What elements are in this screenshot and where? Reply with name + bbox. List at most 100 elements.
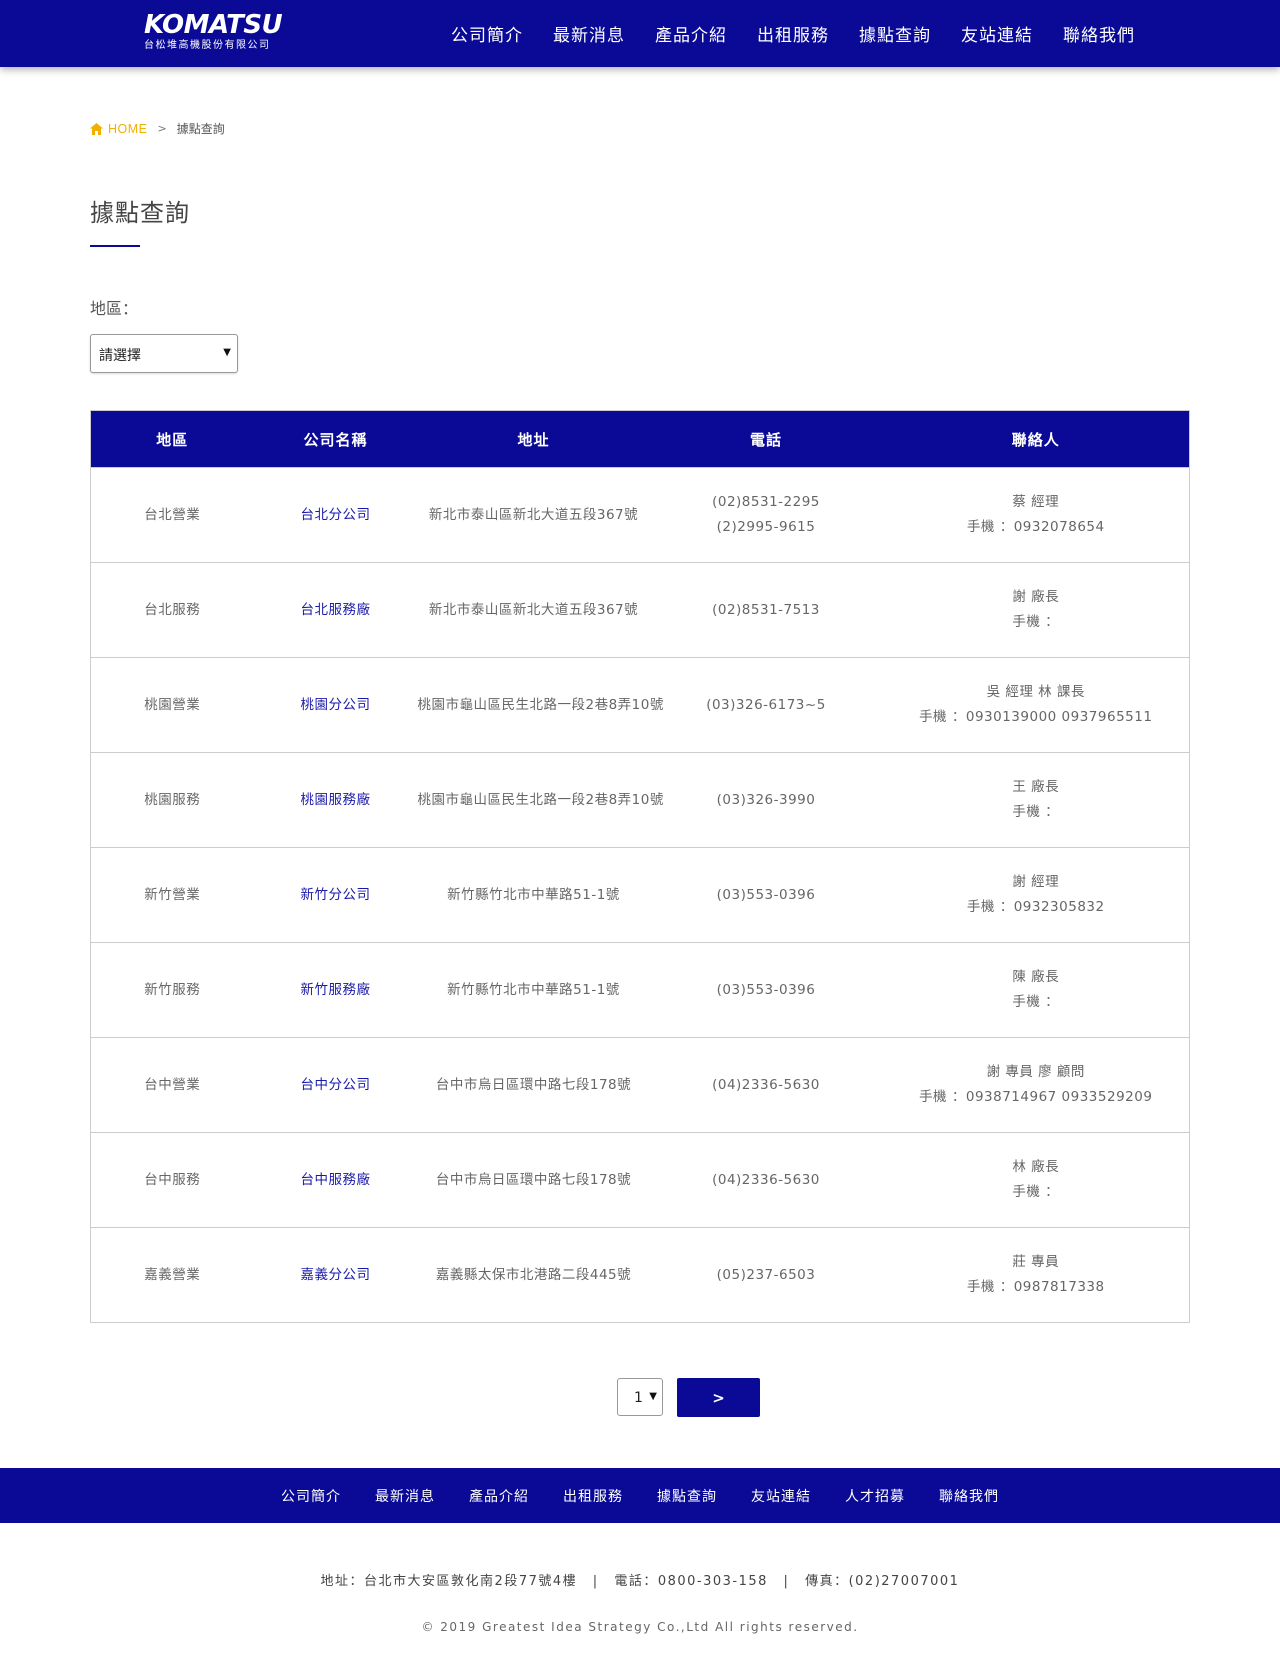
- breadcrumb-home-link[interactable]: HOME: [108, 122, 148, 136]
- cell-region: 嘉義營業: [90, 1227, 254, 1323]
- contact-name: 謝 專員 廖 顧問: [986, 1064, 1085, 1080]
- footer-divider: |: [592, 1574, 599, 1589]
- cell-address: 新竹縣竹北市中華路51-1號: [417, 847, 650, 943]
- cell-contact: 林 廠長 手機 ：: [882, 1132, 1190, 1228]
- cell-company: 台北服務廠: [253, 562, 418, 658]
- cell-address: 新竹縣竹北市中華路51-1號: [417, 942, 650, 1038]
- phone-primary: (02)8531-7513: [712, 601, 820, 618]
- contact-mobile: 手機 ：0932078654: [966, 519, 1105, 535]
- cell-address: 嘉義縣太保市北港路二段445號: [417, 1227, 650, 1323]
- footer-phone: 電話：0800-303-158: [614, 1574, 768, 1589]
- table-row: 台中營業 台中分公司 台中市烏日區環中路七段178號 (04)2336-5630…: [90, 1037, 1190, 1133]
- phone-primary: (03)553-0396: [716, 886, 816, 903]
- cell-phone: (03)553-0396: [649, 847, 883, 943]
- caret-down-icon: ▼: [223, 347, 231, 358]
- company-link[interactable]: 桃園分公司: [301, 697, 371, 713]
- contact-name: 王 廠長: [1012, 779, 1060, 795]
- breadcrumb-current: 據點查詢: [176, 122, 225, 136]
- cell-phone: (02)8531-2295 (2)2995-9615: [649, 467, 883, 563]
- nav-item-contact[interactable]: 聯絡我們: [1063, 21, 1135, 46]
- cell-phone: (04)2336-5630: [649, 1132, 883, 1228]
- nav-item-news[interactable]: 最新消息: [553, 21, 625, 46]
- footer-nav-products[interactable]: 產品介紹: [469, 1486, 529, 1506]
- company-link[interactable]: 嘉義分公司: [301, 1267, 371, 1283]
- phone-primary: (04)2336-5630: [712, 1171, 820, 1188]
- cell-company: 台中服務廠: [253, 1132, 418, 1228]
- contact-name: 莊 專員: [1012, 1254, 1060, 1270]
- cell-address: 台中市烏日區環中路七段178號: [417, 1037, 650, 1133]
- cell-region: 桃園營業: [90, 657, 254, 753]
- logo-company-name: 台松堆高機股份有限公司: [144, 40, 271, 51]
- contact-mobile: 手機 ：: [1012, 804, 1060, 820]
- footer-nav-locations[interactable]: 據點查詢: [657, 1486, 717, 1506]
- column-header-region: 地區: [90, 410, 254, 468]
- page-select[interactable]: 1 ▼: [617, 1378, 663, 1416]
- nav-item-products[interactable]: 產品介紹: [655, 21, 727, 46]
- contact-name: 謝 廠長: [1012, 589, 1060, 605]
- company-link[interactable]: 台中分公司: [301, 1077, 371, 1093]
- company-link[interactable]: 台北服務廠: [301, 602, 371, 618]
- contact-mobile: 手機 ：: [1012, 1184, 1060, 1200]
- footer-nav-links[interactable]: 友站連結: [751, 1486, 811, 1506]
- komatsu-logo[interactable]: KOMATSU 台松堆高機股份有限公司: [144, 10, 284, 54]
- footer-nav-news[interactable]: 最新消息: [375, 1486, 435, 1506]
- contact-name: 蔡 經理: [1012, 494, 1060, 510]
- locations-table: 地區 公司名稱 地址 電話 聯絡人 台北營業 台北分公司 新北市泰山區新北大道五…: [90, 410, 1190, 1323]
- column-header-contact: 聯絡人: [882, 410, 1190, 468]
- cell-contact: 莊 專員手機 ：0987817338: [882, 1227, 1190, 1323]
- nav-item-about[interactable]: 公司簡介: [451, 21, 523, 46]
- footer-nav-contact[interactable]: 聯絡我們: [939, 1486, 999, 1506]
- cell-address: 桃園市龜山區民生北路一段2巷8弄10號: [417, 657, 663, 753]
- cell-phone: (03)326-3990: [649, 752, 883, 848]
- cell-company: 台北分公司: [253, 467, 418, 563]
- cell-contact: 謝 廠長手機 ：: [882, 562, 1190, 658]
- site-header: KOMATSU 台松堆高機股份有限公司 公司簡介 最新消息 產品介紹 出租服務 …: [0, 0, 1280, 67]
- main-nav: 公司簡介 最新消息 產品介紹 出租服務 據點查詢 友站連結 聯絡我們: [436, 0, 1150, 67]
- footer-address: 地址：台北市大安區敦化南2段77號4樓: [320, 1574, 578, 1589]
- company-link[interactable]: 新竹分公司: [301, 887, 371, 903]
- table-row: 台中服務 台中服務廠 台中市烏日區環中路七段178號 (04)2336-5630…: [90, 1132, 1190, 1228]
- column-header-phone: 電話: [649, 410, 883, 468]
- contact-mobile: 手機 ：: [1012, 614, 1060, 630]
- cell-phone: (04)2336-5630: [649, 1037, 883, 1133]
- cell-phone: (03)326-6173~5: [649, 657, 883, 753]
- company-link[interactable]: 台中服務廠: [301, 1172, 371, 1188]
- phone-primary: (03)326-6173~5: [706, 696, 826, 713]
- cell-contact: 蔡 經理手機 ：0932078654: [882, 467, 1190, 563]
- table-row: 桃園營業 桃園分公司 桃園市龜山區民生北路一段2巷8弄10號 (03)326-6…: [90, 657, 1190, 753]
- region-select[interactable]: 請選擇 ▼: [90, 334, 238, 373]
- footer-nav-rental[interactable]: 出租服務: [563, 1486, 623, 1506]
- cell-region: 新竹服務: [90, 942, 254, 1038]
- table-row: 新竹營業 新竹分公司 新竹縣竹北市中華路51-1號 (03)553-0396 謝…: [90, 847, 1190, 943]
- phone-primary: (03)553-0396: [716, 981, 816, 998]
- table-row: 新竹服務 新竹服務廠 新竹縣竹北市中華路51-1號 (03)553-0396 陳…: [90, 942, 1190, 1038]
- phone-primary: (03)326-3990: [716, 791, 816, 808]
- contact-mobile: 手機 ：0938714967 0933529209: [919, 1089, 1153, 1105]
- nav-item-links[interactable]: 友站連結: [961, 21, 1033, 46]
- cell-contact: 陳 廠長 手機 ：: [882, 942, 1190, 1038]
- company-link[interactable]: 桃園服務廠: [301, 792, 371, 808]
- contact-mobile: 手機 ：0987817338: [966, 1279, 1105, 1295]
- breadcrumb-separator: >: [157, 122, 167, 135]
- table-header-row: 地區 公司名稱 地址 電話 聯絡人: [90, 410, 1190, 468]
- footer-nav-about[interactable]: 公司簡介: [281, 1486, 341, 1506]
- footer-nav: 公司簡介 最新消息 產品介紹 出租服務 據點查詢 友站連結 人才招募 聯絡我們: [0, 1468, 1280, 1523]
- company-link[interactable]: 新竹服務廠: [301, 982, 371, 998]
- footer-nav-careers[interactable]: 人才招募: [845, 1486, 905, 1506]
- caret-down-icon: ▼: [649, 1391, 657, 1402]
- cell-company: 嘉義分公司: [253, 1227, 418, 1323]
- next-page-button[interactable]: >: [677, 1378, 760, 1417]
- phone-primary: (02)8531-2295: [712, 494, 820, 510]
- cell-region: 台中營業: [90, 1037, 254, 1133]
- contact-mobile: 手機 ：0932305832: [966, 899, 1105, 915]
- page-select-value: 1: [634, 1390, 643, 1406]
- phone-secondary: (2)2995-9615: [716, 519, 816, 535]
- cell-company: 新竹服務廠: [253, 942, 418, 1038]
- footer-contact-info: 地址：台北市大安區敦化南2段77號4樓 | 電話：0800-303-158 | …: [0, 1570, 1280, 1589]
- nav-item-rental[interactable]: 出租服務: [757, 21, 829, 46]
- cell-company: 新竹分公司: [253, 847, 418, 943]
- cell-address: 新北市泰山區新北大道五段367號: [417, 562, 650, 658]
- nav-item-locations[interactable]: 據點查詢: [859, 21, 931, 46]
- company-link[interactable]: 台北分公司: [301, 507, 371, 523]
- phone-primary: (04)2336-5630: [712, 1076, 820, 1093]
